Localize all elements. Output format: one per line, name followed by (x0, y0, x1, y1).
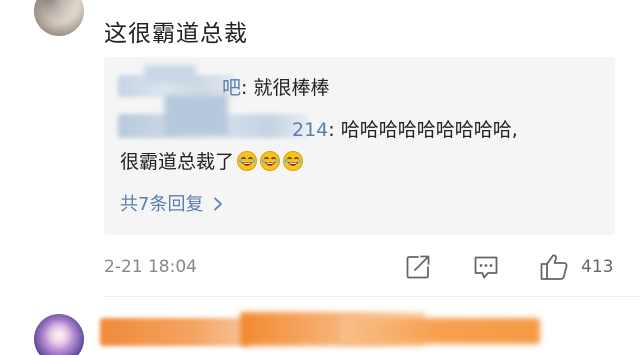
like-button[interactable] (538, 252, 570, 282)
reply-text: : 就很棒棒 (241, 77, 330, 99)
share-icon (406, 255, 430, 279)
share-button[interactable] (403, 252, 433, 282)
comment-divider (104, 296, 640, 297)
reply-preview-box[interactable]: 吧: 就很棒棒 214: 哈哈哈哈哈哈哈哈哈, 很霸道总裁了 共7条回复 (104, 57, 615, 235)
redacted-next-username-part3 (340, 318, 540, 344)
view-all-replies-link[interactable]: 共7条回复 (120, 190, 223, 216)
reply-text-line1: : 哈哈哈哈哈哈哈哈哈, (328, 119, 518, 141)
chevron-right-icon (213, 194, 223, 215)
avatar-image (34, 0, 84, 36)
redacted-username-2-overlay (164, 95, 228, 135)
reply-item-1: 吧: 就很棒棒 (222, 73, 329, 100)
laughing-emoji-icon (260, 151, 281, 171)
next-commenter-avatar[interactable] (34, 314, 84, 355)
comment-icon (474, 256, 498, 279)
comment-thread: 这很霸道总裁 吧: 就很棒棒 214: 哈哈哈哈哈哈哈哈哈, 很霸道总裁了 共7… (0, 0, 640, 355)
redacted-username-1-overlay (144, 65, 196, 83)
reply-username-suffix[interactable]: 吧 (222, 77, 241, 99)
like-count: 413 (581, 257, 614, 277)
thumbs-up-icon (540, 254, 568, 280)
laughing-emoji-icon (283, 151, 304, 171)
redacted-next-username (100, 318, 250, 346)
comment-button[interactable] (471, 252, 501, 282)
commenter-avatar[interactable] (34, 0, 84, 36)
reply-username-suffix[interactable]: 214 (292, 119, 328, 141)
avatar-image (44, 320, 74, 350)
comment-timestamp: 2-21 18:04 (104, 257, 197, 277)
view-all-replies-label: 共7条回复 (120, 194, 204, 215)
reply-item-2: 214: 哈哈哈哈哈哈哈哈哈, (292, 115, 518, 142)
laughing-emoji-icon (237, 151, 258, 171)
comment-text: 这很霸道总裁 (104, 21, 248, 47)
reply-text-line2: 很霸道总裁了 (120, 151, 235, 173)
reply-item-2-continued: 很霸道总裁了 (120, 147, 304, 174)
